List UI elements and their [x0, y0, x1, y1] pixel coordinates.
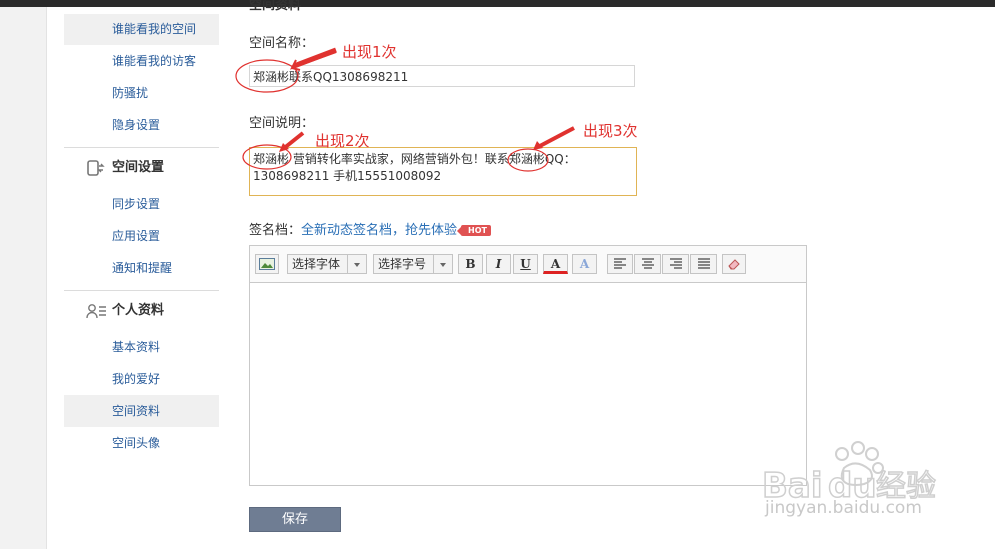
watermark-url: jingyan.baidu.com: [765, 498, 922, 518]
annotation-label-1: 出现1次: [342, 43, 397, 61]
annotation-arrow-3: [537, 126, 575, 149]
annotation-label-2: 出现2次: [315, 132, 370, 150]
annotation-label-3: 出现3次: [583, 122, 638, 140]
annotation-circle-1: [235, 59, 299, 93]
annotation-circle-3: [507, 148, 549, 172]
